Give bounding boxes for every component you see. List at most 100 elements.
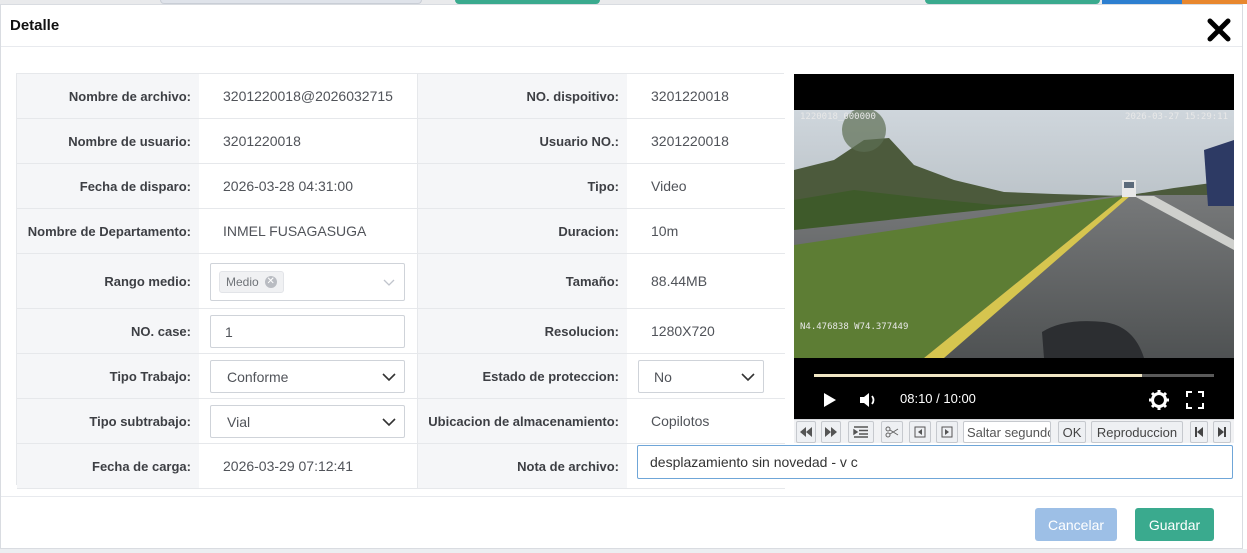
ok-button[interactable]: OK — [1058, 421, 1086, 443]
chevron-down-icon — [741, 372, 755, 381]
tag-medio: Medio ✕ — [219, 271, 284, 293]
nota-archivo-value: desplazamiento sin novedad - v c — [650, 454, 858, 470]
estado-proteccion-value: No — [654, 368, 672, 385]
last-button[interactable] — [1213, 421, 1231, 443]
save-button[interactable]: Guardar — [1135, 508, 1214, 541]
label-resolucion: Resolucion: — [417, 309, 627, 353]
video-frame-image — [794, 110, 1234, 358]
tipo-trabajo-value: Conforme — [227, 368, 289, 385]
gear-icon — [1149, 390, 1169, 410]
form-row: Rango medio: Medio ✕ Tamaño: 88.44MB — [17, 254, 785, 309]
label-tipo-trabajo: Tipo Trabajo: — [17, 354, 199, 398]
fullscreen-button[interactable] — [1186, 391, 1204, 414]
progress-bar[interactable] — [814, 374, 1214, 377]
fullscreen-icon — [1186, 391, 1204, 409]
no-case-input[interactable]: 1 — [210, 315, 405, 348]
clip-button[interactable] — [881, 421, 903, 443]
label-estado-proteccion: Estado de proteccion: — [417, 354, 627, 398]
prev-frame-button[interactable] — [909, 421, 931, 443]
skip-seconds-placeholder: Saltar segundos — [967, 424, 1050, 440]
value-resolucion: 1280X720 — [651, 323, 715, 339]
close-icon — [1207, 18, 1231, 42]
form-row: Nombre de usuario: 3201220018 Usuario NO… — [17, 119, 785, 164]
play-button[interactable] — [822, 392, 838, 413]
label-nota-archivo: Nota de archivo: — [417, 444, 627, 488]
skip-back-icon — [1195, 427, 1203, 437]
tag-remove-icon[interactable]: ✕ — [264, 276, 277, 288]
footer-divider — [1, 496, 1242, 497]
form-row: Fecha de disparo: 2026-03-28 04:31:00 Ti… — [17, 164, 785, 209]
label-tipo-subtrabajo: Tipo subtrabajo: — [17, 399, 199, 443]
chevron-down-icon — [382, 417, 396, 426]
skip-seconds-input[interactable]: Saltar segundos — [963, 421, 1051, 443]
list-button[interactable] — [848, 421, 874, 443]
form-row: Tipo subtrabajo: Vial Ubicacion de almac… — [17, 399, 785, 444]
value-nombre-archivo: 3201220018@2026032715 — [223, 88, 393, 104]
rewind-button[interactable] — [796, 421, 816, 443]
skip-forward-icon — [1218, 427, 1226, 437]
cancel-button[interactable]: Cancelar — [1035, 508, 1117, 541]
playback-button[interactable]: Reproduccion — [1091, 421, 1183, 443]
value-departamento: INMEL FUSAGASUGA — [223, 223, 367, 239]
label-nombre-archivo: Nombre de archivo: — [17, 74, 199, 118]
osd-timestamp: 2026-03-27 15:29:11 — [1125, 112, 1228, 122]
time-readout: 08:10 / 10:00 — [900, 391, 976, 406]
video-player[interactable]: 1220018_000000 2026-03-27 15:29:11 N4.47… — [794, 74, 1234, 442]
first-button[interactable] — [1190, 421, 1208, 443]
value-tipo: Video — [651, 178, 687, 194]
prev-frame-icon — [914, 426, 926, 438]
form-row: NO. case: 1 Resolucion: 1280X720 — [17, 309, 785, 354]
ok-label: OK — [1062, 424, 1082, 440]
label-tipo: Tipo: — [417, 164, 627, 208]
label-no-case: NO. case: — [17, 309, 199, 353]
next-frame-icon — [941, 426, 953, 438]
playback-label: Reproduccion — [1096, 424, 1178, 440]
form-row: Nombre de Departamento: INMEL FUSAGASUGA… — [17, 209, 785, 254]
fast-forward-icon — [825, 427, 837, 437]
form-row: Tipo Trabajo: Conforme Estado de protecc… — [17, 354, 785, 399]
dialog-header: Detalle — [1, 5, 1242, 47]
estado-proteccion-select[interactable]: No — [638, 360, 764, 393]
label-fecha-disparo: Fecha de disparo: — [17, 164, 199, 208]
label-usuario-no: Usuario NO.: — [417, 119, 627, 163]
value-ubicacion: Copilotos — [651, 413, 710, 429]
osd-coordinates: N4.476838 W74.377449 — [800, 322, 909, 332]
player-toolbar: Saltar segundos OK Reproduccion — [794, 419, 1234, 443]
nota-archivo-input[interactable]: desplazamiento sin novedad - v c — [637, 445, 1233, 479]
value-nombre-usuario: 3201220018 — [223, 133, 301, 149]
value-fecha-carga: 2026-03-29 07:12:41 — [223, 458, 353, 474]
chevron-down-icon — [382, 372, 396, 381]
volume-button[interactable] — [859, 392, 879, 413]
value-usuario-no: 3201220018 — [651, 133, 729, 149]
value-fecha-disparo: 2026-03-28 04:31:00 — [223, 178, 353, 194]
video-frame[interactable]: 1220018_000000 2026-03-27 15:29:11 N4.47… — [794, 110, 1234, 358]
fast-forward-button[interactable] — [821, 421, 841, 443]
next-frame-button[interactable] — [936, 421, 958, 443]
detail-dialog: Detalle Nombre de archivo: 3201220018@20… — [0, 4, 1243, 549]
scissors-icon — [885, 426, 899, 438]
label-no-dispositivo: NO. dispoitivo: — [417, 74, 627, 118]
label-departamento: Nombre de Departamento: — [17, 209, 199, 253]
detail-form: Nombre de archivo: 3201220018@2026032715… — [16, 73, 785, 489]
value-duracion: 10m — [651, 223, 679, 239]
volume-icon — [860, 393, 875, 407]
chevron-down-icon — [383, 279, 395, 286]
label-rango-medio: Rango medio: — [17, 254, 199, 308]
label-nombre-usuario: Nombre de usuario: — [17, 119, 199, 163]
label-fecha-carga: Fecha de carga: — [17, 444, 199, 488]
tag-medio-label: Medio — [226, 275, 259, 289]
rewind-icon — [800, 427, 812, 437]
dialog-title: Detalle — [10, 17, 60, 34]
form-row: Nombre de archivo: 3201220018@2026032715… — [17, 74, 785, 119]
play-icon — [824, 393, 836, 407]
tipo-subtrabajo-select[interactable]: Vial — [210, 405, 405, 438]
settings-button[interactable] — [1149, 390, 1169, 415]
progress-fill — [814, 374, 1142, 377]
close-button[interactable] — [1206, 17, 1232, 43]
rango-medio-select[interactable]: Medio ✕ — [210, 263, 405, 301]
tipo-trabajo-select[interactable]: Conforme — [210, 360, 405, 393]
tipo-subtrabajo-value: Vial — [227, 413, 251, 430]
label-ubicacion: Ubicacion de almacenamiento: — [417, 399, 627, 443]
value-no-dispositivo: 3201220018 — [651, 88, 729, 104]
background-table-edge — [0, 549, 1247, 553]
